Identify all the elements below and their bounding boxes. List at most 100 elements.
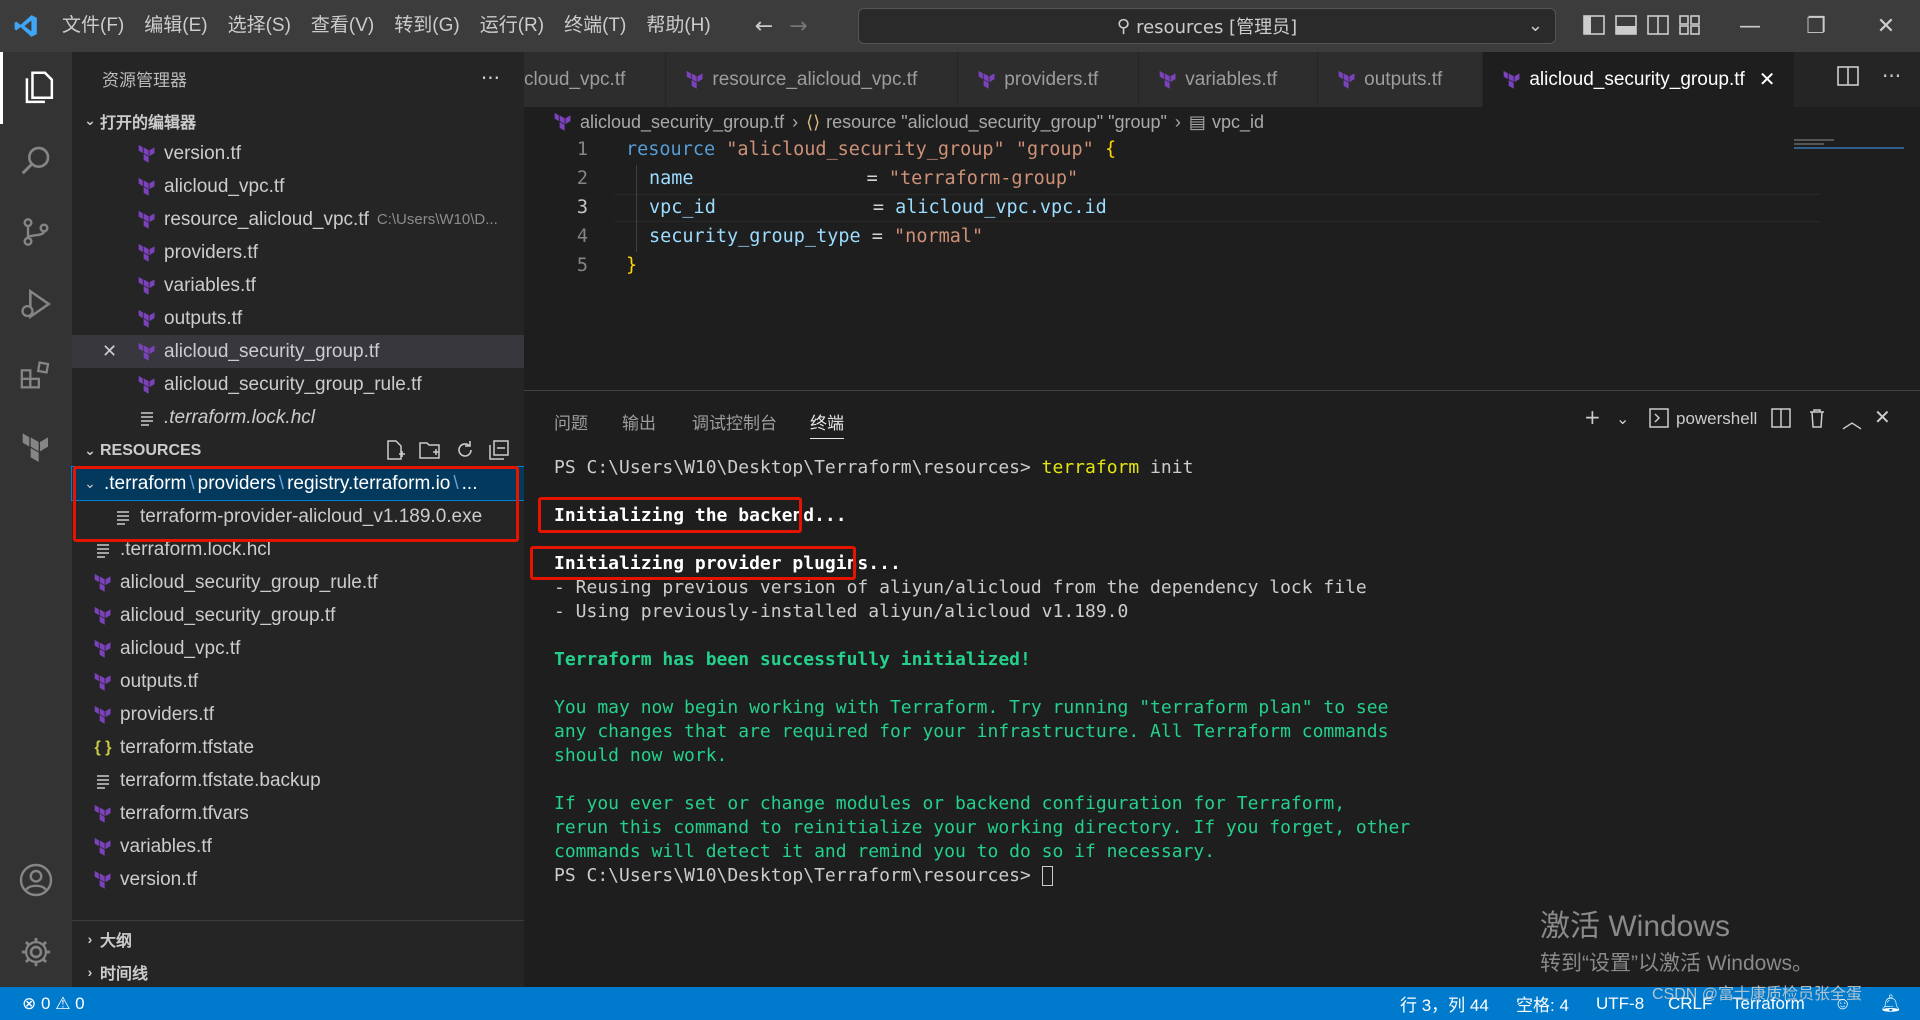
open-editor-item[interactable]: ✕ alicloud_security_group.tf [72, 335, 524, 368]
open-editor-item[interactable]: alicloud_vpc.tf [72, 170, 524, 203]
trash-icon[interactable] [1806, 407, 1828, 429]
run-debug-icon[interactable] [0, 268, 72, 340]
editor-tab[interactable]: providers.tf [958, 52, 1140, 107]
menu-go[interactable]: 转到(G) [384, 0, 469, 52]
close-icon[interactable]: ✕ [102, 341, 122, 362]
accounts-icon[interactable] [0, 844, 72, 916]
restore-icon[interactable]: ❐ [1786, 0, 1846, 52]
new-terminal-icon[interactable]: + [1584, 405, 1601, 429]
close-panel-icon[interactable]: ✕ [1874, 405, 1891, 429]
open-editor-item[interactable]: outputs.tf [72, 302, 524, 335]
code-editor[interactable]: 1 2 3 4 5 resource "alicloud_security_gr… [524, 137, 1920, 390]
split-terminal-icon[interactable] [1770, 407, 1792, 429]
close-window-icon[interactable]: ✕ [1856, 0, 1916, 52]
open-editor-item[interactable]: variables.tf [72, 269, 524, 302]
breadcrumb-symbol[interactable]: resource "alicloud_security_group" "grou… [826, 112, 1167, 133]
terraform-icon [92, 704, 114, 726]
resources-folder-header[interactable]: ⌄ RESOURCES [72, 434, 524, 467]
file-item[interactable]: alicloud_security_group.tf [72, 599, 524, 632]
settings-gear-icon[interactable] [0, 916, 72, 988]
menu-terminal[interactable]: 终端(T) [554, 0, 636, 52]
file-item[interactable]: alicloud_vpc.tf [72, 632, 524, 665]
terraform-icon[interactable] [0, 412, 72, 484]
outline-section[interactable]: › 大纲 [72, 922, 524, 955]
breadcrumb-file[interactable]: alicloud_security_group.tf [580, 112, 784, 133]
editor-tab[interactable]: alicloud_security_group.tf ✕ [1483, 52, 1795, 107]
notifications-icon[interactable]: 🔔︎ [1880, 987, 1902, 1020]
editor-tab[interactable]: resource_alicloud_vpc.tf [666, 52, 959, 107]
open-editor-item[interactable]: version.tf [72, 137, 524, 170]
cursor-position[interactable]: 行 3，列 44 [1400, 987, 1489, 1020]
extensions-icon[interactable] [0, 340, 72, 412]
open-editor-item[interactable]: resource_alicloud_vpc.tf C:\Users\W10\D..… [72, 203, 524, 236]
forward-arrow-icon[interactable]: → [781, 14, 815, 39]
open-editor-item[interactable]: providers.tf [72, 236, 524, 269]
more-actions-icon[interactable]: ··· [481, 66, 500, 90]
code-line-1: resource "alicloud_security_group" "grou… [626, 139, 1117, 160]
tab-problems[interactable]: 问题 [554, 409, 588, 434]
search-icon[interactable] [0, 124, 72, 196]
customize-layout-icon[interactable] [1678, 14, 1702, 36]
open-editors-list: version.tf alicloud_vpc.tf resource_aliclo… [72, 137, 524, 434]
chevron-down-icon[interactable]: ⌄ [1528, 15, 1543, 36]
menu-view[interactable]: 查看(V) [301, 0, 384, 52]
minimize-icon[interactable]: — [1720, 0, 1780, 52]
tab-debug-console[interactable]: 调试控制台 [692, 409, 777, 434]
encoding[interactable]: UTF-8 [1596, 987, 1644, 1020]
file-item[interactable]: providers.tf [72, 698, 524, 731]
menu-edit[interactable]: 编辑(E) [134, 0, 217, 52]
terraform-icon [136, 143, 158, 165]
file-item[interactable]: terraform.tfstate.backup [72, 764, 524, 797]
file-item[interactable]: version.tf [72, 863, 524, 896]
open-editor-item[interactable]: .terraform.lock.hcl [72, 401, 524, 434]
menu-selection[interactable]: 选择(S) [218, 0, 301, 52]
back-arrow-icon[interactable]: ← [747, 14, 781, 39]
file-label: variables.tf [120, 835, 212, 857]
editor-tab[interactable]: outputs.tf [1318, 52, 1484, 107]
open-editor-item[interactable]: alicloud_security_group_rule.tf [72, 368, 524, 401]
command-center-search[interactable]: ⚲ resources [管理员] ⌄ [858, 8, 1556, 44]
file-item[interactable]: alicloud_security_group_rule.tf [72, 566, 524, 599]
new-file-icon[interactable] [384, 439, 406, 461]
menu-file[interactable]: 文件(F) [52, 0, 134, 52]
maximize-panel-icon[interactable]: ︿ [1842, 405, 1862, 434]
minimap[interactable] [1794, 137, 1914, 197]
editor-actions: ··· [1836, 64, 1901, 88]
file-item[interactable]: { } terraform.tfstate [72, 731, 524, 764]
tab-terminal[interactable]: 终端 [810, 409, 844, 439]
indentation[interactable]: 空格: 4 [1516, 987, 1569, 1020]
timeline-section[interactable]: › 时间线 [72, 955, 524, 988]
breadcrumb-field[interactable]: vpc_id [1212, 112, 1264, 133]
explorer-icon[interactable] [0, 52, 72, 124]
open-editors-header[interactable]: ⌄ 打开的编辑器 [72, 104, 524, 137]
tab-label: cloud_vpc.tf [524, 68, 626, 90]
menu-run[interactable]: 运行(R) [470, 0, 554, 52]
editor-tab[interactable]: cloud_vpc.tf [524, 52, 667, 107]
new-folder-icon[interactable] [418, 439, 442, 461]
collapse-all-icon[interactable] [488, 439, 510, 461]
toggle-secondary-sidebar-icon[interactable] [1646, 14, 1670, 36]
file-label: terraform.tfvars [120, 802, 249, 824]
file-item[interactable]: terraform.tfvars [72, 797, 524, 830]
chevron-down-icon: ⌄ [84, 112, 96, 128]
highlight-box [538, 497, 802, 533]
file-item[interactable]: variables.tf [72, 830, 524, 863]
menu-help[interactable]: 帮助(H) [636, 0, 720, 52]
terraform-icon [1157, 69, 1179, 91]
toggle-sidebar-icon[interactable] [1582, 14, 1606, 36]
problems-status[interactable]: ⊗ 0 ⚠ 0 [22, 987, 85, 1020]
shell-name[interactable]: powershell [1676, 409, 1757, 429]
highlight-box [73, 466, 519, 542]
file-label: alicloud_security_group.tf [120, 604, 336, 626]
split-editor-icon[interactable] [1836, 64, 1860, 88]
close-tab-icon[interactable]: ✕ [1759, 67, 1776, 92]
refresh-icon[interactable] [454, 439, 476, 461]
tab-output[interactable]: 输出 [622, 409, 656, 434]
chevron-down-icon[interactable]: ⌄ [1616, 409, 1629, 428]
file-item[interactable]: outputs.tf [72, 665, 524, 698]
feedback-icon[interactable]: ☺ [1834, 987, 1851, 1020]
more-actions-icon[interactable]: ··· [1882, 64, 1901, 88]
toggle-panel-icon[interactable] [1614, 14, 1638, 36]
editor-tab[interactable]: variables.tf [1139, 52, 1319, 107]
source-control-icon[interactable] [0, 196, 72, 268]
